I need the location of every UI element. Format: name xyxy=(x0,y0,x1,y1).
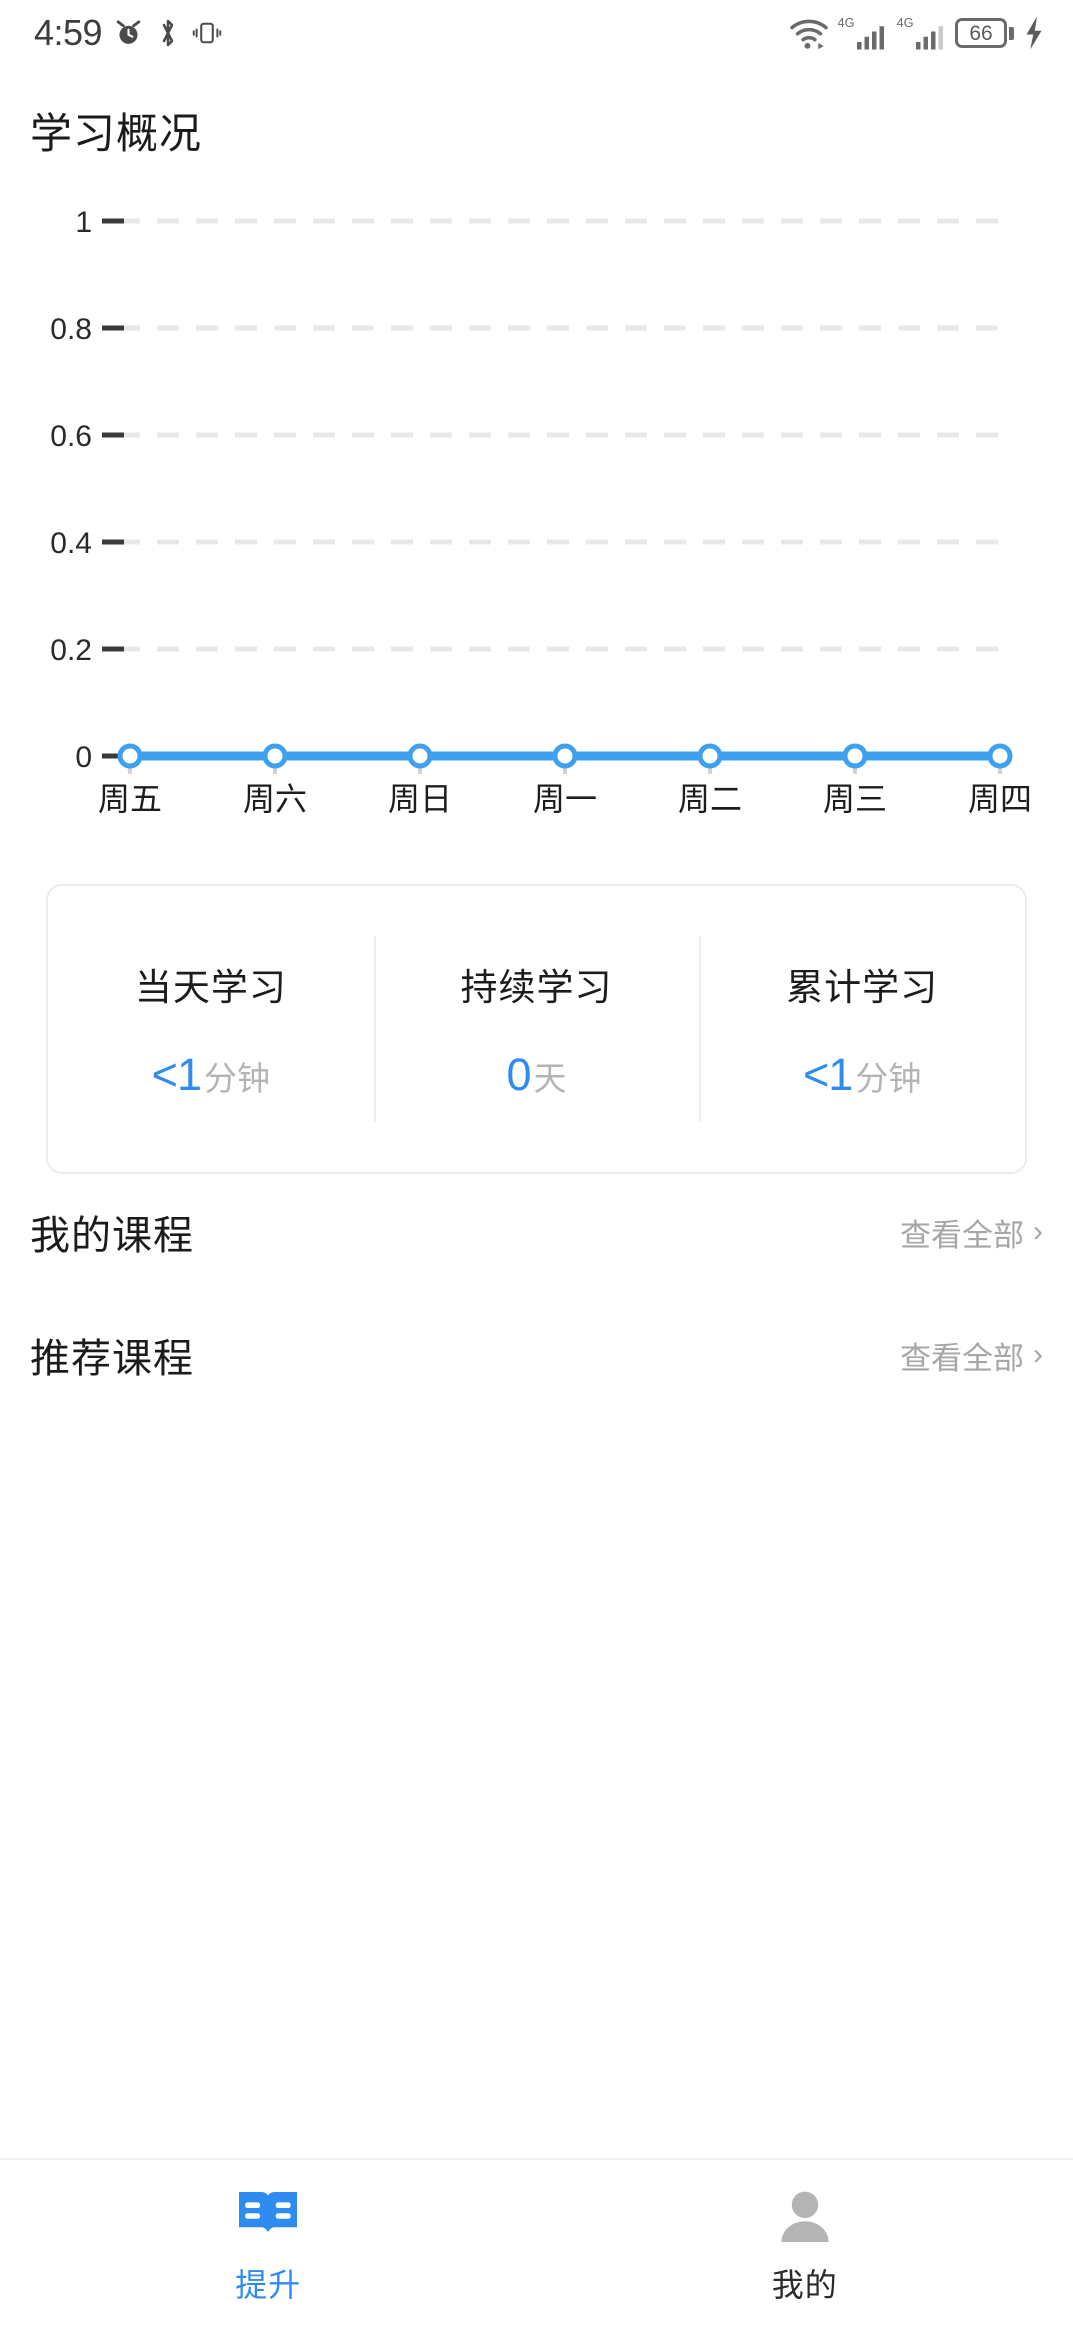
battery-percent: 66 xyxy=(969,21,993,45)
battery-indicator: 66 xyxy=(955,18,1014,48)
x-tick-label-2: 周六 xyxy=(243,781,307,817)
signal-label-1: 4G xyxy=(838,15,855,30)
nav-tab-mine[interactable]: 我的 xyxy=(537,2160,1073,2333)
signal-4g-icon-2: 4G xyxy=(897,15,943,50)
study-overview-chart: 1 0.8 0.6 0.4 0.2 0 周五 周六 周日 周一 周二 周三 周四 xyxy=(0,185,1073,825)
nav-tab-improve[interactable]: 提升 xyxy=(0,2160,537,2333)
status-bar-right: 4G 4G 66 xyxy=(788,15,1047,51)
charging-bolt-icon xyxy=(1026,16,1042,50)
x-tick-label-3: 周日 xyxy=(388,781,452,817)
data-point[interactable] xyxy=(117,743,143,769)
study-stats-card: 当天学习 <1 分钟 持续学习 0 天 累计学习 <1 分钟 xyxy=(46,884,1027,1174)
data-point[interactable] xyxy=(987,743,1013,769)
section-title: 我的课程 xyxy=(30,1214,194,1258)
nav-tab-label: 提升 xyxy=(235,2266,302,2303)
x-tick-label-4: 周一 xyxy=(533,781,597,817)
stat-streak: 持续学习 0 天 xyxy=(373,886,700,1172)
chart-gridlines xyxy=(118,218,1000,652)
signal-4g-icon-1: 4G xyxy=(838,15,884,50)
stat-today: 当天学习 <1 分钟 xyxy=(48,886,374,1172)
app-screen: 4:59 4G 4G 66 学习概况 1 0.8 0.6 0.4 0.2 0 周… xyxy=(0,0,1073,2333)
x-tick-label-5: 周二 xyxy=(678,781,742,817)
stat-title: 持续学习 xyxy=(460,967,613,1008)
signal-label-2: 4G xyxy=(897,15,914,30)
y-tick-label-3: 0.6 xyxy=(50,420,92,453)
chart-svg: 1 0.8 0.6 0.4 0.2 0 周五 周六 周日 周一 周二 周三 周四 xyxy=(50,206,1032,817)
alarm-icon xyxy=(116,19,141,44)
section-recommended-courses: 推荐课程 查看全部 › xyxy=(0,1315,1073,1395)
stat-title: 累计学习 xyxy=(786,967,939,1008)
y-tick-label-2: 0.8 xyxy=(50,313,92,346)
stat-value: <1 分钟 xyxy=(152,1049,270,1101)
view-all-label: 查看全部 xyxy=(900,1340,1024,1376)
x-tick-label-1: 周五 xyxy=(98,781,162,817)
data-point[interactable] xyxy=(842,743,868,769)
stat-value: 0 天 xyxy=(506,1049,566,1101)
page-title: 学习概况 xyxy=(30,110,203,157)
stat-title: 当天学习 xyxy=(134,967,287,1008)
x-tick-label-6: 周三 xyxy=(823,781,887,817)
y-tick-label-5: 0.2 xyxy=(50,634,92,667)
y-tick-label-6: 0 xyxy=(75,741,92,774)
stat-unit: 天 xyxy=(533,1060,567,1097)
stat-number: 0 xyxy=(506,1049,531,1100)
chevron-right-icon: › xyxy=(1033,1338,1043,1371)
bottom-navigation-bar: 提升 我的 xyxy=(0,2158,1073,2333)
y-tick-label-4: 0.4 xyxy=(50,527,92,560)
stat-number: <1 xyxy=(803,1049,853,1100)
stat-unit: 分钟 xyxy=(855,1060,922,1097)
wifi-icon xyxy=(790,19,828,50)
status-time: 4:59 xyxy=(34,12,103,53)
data-point[interactable] xyxy=(262,743,288,769)
stat-value: <1 分钟 xyxy=(803,1049,921,1101)
stat-total: 累计学习 <1 分钟 xyxy=(699,886,1025,1172)
x-tick-label-7: 周四 xyxy=(968,781,1032,817)
nav-tab-label: 我的 xyxy=(771,2266,838,2303)
chart-y-ticks xyxy=(102,218,124,759)
data-point[interactable] xyxy=(552,743,578,769)
section-title: 推荐课程 xyxy=(30,1337,194,1381)
person-icon xyxy=(781,2191,829,2242)
open-book-icon xyxy=(239,2191,298,2232)
view-all-recommended-courses-button[interactable]: 查看全部 › xyxy=(900,1333,1043,1378)
data-point[interactable] xyxy=(697,743,723,769)
y-tick-label-1: 1 xyxy=(75,206,92,239)
view-all-label: 查看全部 xyxy=(900,1217,1024,1253)
status-bar-left: 4:59 xyxy=(34,12,222,54)
status-bar: 4:59 4G 4G 66 xyxy=(0,0,1073,66)
bluetooth-icon xyxy=(162,19,174,47)
section-my-courses: 我的课程 查看全部 › xyxy=(0,1192,1073,1272)
chevron-right-icon: › xyxy=(1033,1215,1043,1248)
vibrate-icon xyxy=(192,22,222,44)
view-all-my-courses-button[interactable]: 查看全部 › xyxy=(900,1210,1043,1255)
battery-cap xyxy=(1009,26,1014,40)
stat-number: <1 xyxy=(151,1049,202,1100)
data-point[interactable] xyxy=(407,743,433,769)
stat-unit: 分钟 xyxy=(203,1060,270,1097)
